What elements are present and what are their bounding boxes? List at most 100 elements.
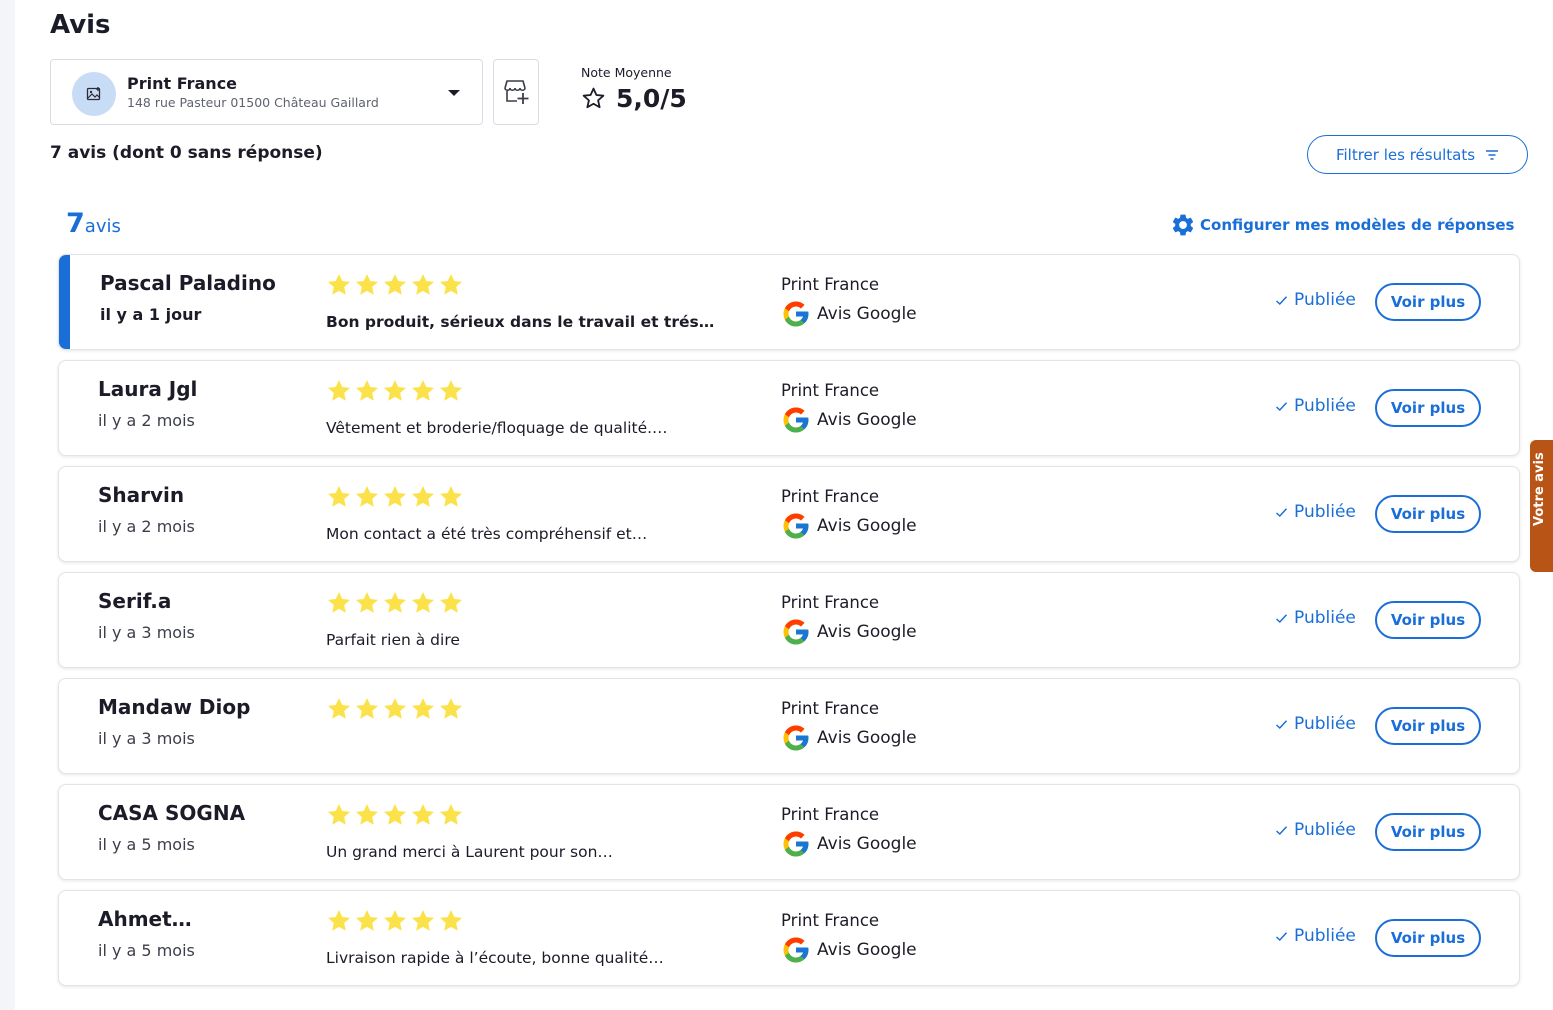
star-icon (355, 803, 379, 825)
total-count-number: 7 (66, 208, 85, 239)
left-gutter (0, 0, 15, 1010)
star-icon (327, 591, 351, 613)
chevron-down-icon (448, 90, 460, 96)
average-rating-value: 5,0/5 (616, 84, 687, 113)
gear-icon (1172, 214, 1194, 236)
review-date: il y a 3 mois (98, 729, 195, 748)
page-title: Avis (50, 10, 111, 40)
review-author: Pascal Paladino (100, 271, 276, 295)
voir-plus-button[interactable]: Voir plus (1375, 601, 1481, 639)
star-icon (355, 909, 379, 931)
average-rating-label: Note Moyenne (581, 65, 672, 80)
voir-plus-button[interactable]: Voir plus (1375, 919, 1481, 957)
total-count-word: avis (84, 216, 121, 237)
voir-plus-button[interactable]: Voir plus (1375, 813, 1481, 851)
review-card[interactable]: Pascal Paladino il y a 1 jour Bon produi… (58, 254, 1520, 350)
filter-results-button[interactable]: Filtrer les résultats (1307, 135, 1528, 174)
review-status: Publiée (1275, 290, 1356, 310)
review-excerpt: Parfait rien à dire (326, 631, 460, 649)
filter-label: Filtrer les résultats (1335, 145, 1476, 164)
add-store-button[interactable] (493, 59, 539, 125)
review-status-label: Publiée (1294, 926, 1356, 946)
review-source: Avis Google (781, 299, 917, 329)
review-rating (326, 484, 464, 510)
check-icon (1275, 825, 1288, 835)
review-rating (326, 378, 464, 404)
review-author: Mandaw Diop (98, 695, 251, 719)
review-author: Serif.a (98, 589, 172, 613)
review-card[interactable]: CASA SOGNA il y a 5 mois Un grand merci … (58, 784, 1520, 880)
store-selector[interactable]: Print France 148 rue Pasteur 01500 Châte… (50, 59, 483, 125)
star-icon (327, 697, 351, 719)
star-icon (439, 909, 463, 931)
voir-plus-button[interactable]: Voir plus (1375, 283, 1481, 321)
review-store: Print France (781, 911, 880, 930)
review-rating (326, 802, 464, 828)
google-icon (783, 619, 809, 645)
store-image-icon (72, 72, 116, 116)
review-store: Print France (781, 699, 880, 718)
review-store: Print France (781, 487, 880, 506)
review-card[interactable]: Serif.a il y a 3 mois Parfait rien à dir… (58, 572, 1520, 668)
review-rating (326, 272, 464, 298)
feedback-tab-label: Votre avis (1532, 452, 1547, 526)
star-icon (383, 909, 407, 931)
review-excerpt: Bon produit, sérieux dans le travail et … (326, 313, 715, 331)
star-icon (383, 485, 407, 507)
voir-plus-button[interactable]: Voir plus (1375, 707, 1481, 745)
star-icon (383, 379, 407, 401)
review-status: Publiée (1275, 502, 1356, 522)
review-status: Publiée (1275, 396, 1356, 416)
voir-plus-button[interactable]: Voir plus (1375, 495, 1481, 533)
configure-templates-link[interactable]: Configurer mes modèles de réponses (1170, 212, 1514, 238)
review-source: Avis Google (781, 617, 917, 647)
review-store: Print France (781, 805, 880, 824)
store-name: Print France (127, 74, 238, 93)
review-date: il y a 3 mois (98, 623, 195, 642)
review-excerpt: Livraison rapide à l’écoute, bonne quali… (326, 949, 664, 967)
configure-templates-label: Configurer mes modèles de réponses (1200, 216, 1515, 234)
review-status-label: Publiée (1294, 290, 1356, 310)
review-excerpt: Mon contact a été très compréhensif et… (326, 525, 648, 543)
review-source: Avis Google (781, 511, 917, 541)
star-icon (383, 591, 407, 613)
review-status-label: Publiée (1294, 502, 1356, 522)
review-date: il y a 1 jour (100, 305, 202, 324)
google-icon (783, 513, 809, 539)
review-card[interactable]: Ahmet… il y a 5 mois Livraison rapide à … (58, 890, 1520, 986)
google-icon (783, 831, 809, 857)
review-excerpt: Un grand merci à Laurent pour son… (326, 843, 613, 861)
star-icon (327, 273, 351, 295)
star-icon (327, 803, 351, 825)
review-rating (326, 590, 464, 616)
check-icon (1275, 401, 1288, 411)
review-source-label: Avis Google (817, 516, 917, 536)
review-author: Laura Jgl (98, 377, 198, 401)
review-source: Avis Google (781, 405, 917, 435)
review-card[interactable]: Laura Jgl il y a 2 mois Vêtement et brod… (58, 360, 1520, 456)
store-add-icon (504, 80, 529, 104)
review-source-label: Avis Google (817, 728, 917, 748)
review-source: Avis Google (781, 935, 917, 965)
star-icon (411, 697, 435, 719)
star-icon (355, 273, 379, 295)
review-excerpt: Vêtement et broderie/floquage de qualité… (326, 419, 668, 437)
review-date: il y a 5 mois (98, 835, 195, 854)
star-icon (327, 379, 351, 401)
review-source-label: Avis Google (817, 940, 917, 960)
star-icon (411, 803, 435, 825)
voir-plus-button[interactable]: Voir plus (1375, 389, 1481, 427)
star-icon (439, 803, 463, 825)
total-reviews-count: 7avis (66, 208, 121, 239)
star-icon (439, 379, 463, 401)
feedback-tab[interactable]: Votre avis (1530, 440, 1553, 572)
review-source: Avis Google (781, 723, 917, 753)
review-card[interactable]: Sharvin il y a 2 mois Mon contact a été … (58, 466, 1520, 562)
review-store: Print France (781, 593, 880, 612)
review-card[interactable]: Mandaw Diop il y a 3 mois Print France A… (58, 678, 1520, 774)
star-icon (411, 379, 435, 401)
review-status-label: Publiée (1294, 820, 1356, 840)
filter-icon (1486, 149, 1499, 160)
review-status: Publiée (1275, 608, 1356, 628)
star-icon (355, 697, 379, 719)
